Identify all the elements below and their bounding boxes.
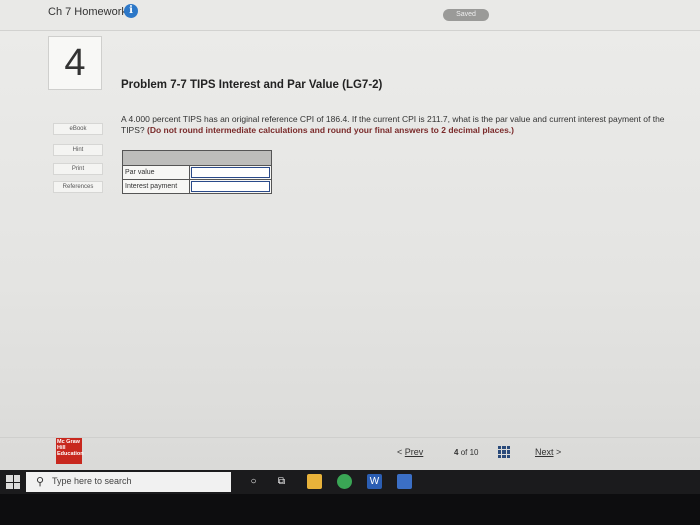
page-indicator: 4 of 10: [454, 448, 479, 457]
page-current: 4: [454, 448, 459, 457]
grid-icon[interactable]: [498, 446, 510, 458]
next-label: Next: [535, 447, 554, 457]
sidebar-item-references[interactable]: References: [53, 181, 103, 193]
interest-payment-input[interactable]: [191, 181, 270, 192]
answer-table: Par value Interest payment: [122, 150, 272, 194]
saved-status-badge: Saved: [443, 9, 489, 21]
mcgraw-hill-logo: Mc Graw Hill Education: [56, 438, 84, 464]
assignment-title[interactable]: Ch 7 Homework: [48, 6, 127, 18]
table-row: Par value: [123, 166, 271, 180]
search-placeholder: Type here to search: [52, 476, 132, 486]
prev-label: Prev: [404, 447, 424, 457]
monitor-bezel: [0, 494, 700, 525]
search-icon: ⚲: [36, 476, 45, 488]
cortana-icon[interactable]: ○: [246, 474, 261, 489]
answer-table-header: [123, 151, 271, 166]
next-button[interactable]: Next >: [535, 447, 561, 457]
app-window: Ch 7 Homework i Saved 4 Problem 7-7 TIPS…: [0, 0, 700, 470]
file-explorer-icon[interactable]: [307, 474, 322, 489]
sidebar-item-print[interactable]: Print: [53, 163, 103, 175]
problem-text: A 4.000 percent TIPS has an original ref…: [121, 114, 681, 136]
photos-icon[interactable]: [397, 474, 412, 489]
top-bar: Ch 7 Homework i Saved: [0, 0, 700, 31]
chevron-right-icon: >: [556, 447, 562, 457]
task-view-icon[interactable]: ⧉: [274, 474, 289, 489]
interest-payment-label: Interest payment: [123, 180, 190, 193]
par-value-input[interactable]: [191, 167, 270, 178]
prev-button[interactable]: < Prev: [397, 447, 423, 457]
footer-divider: [0, 437, 700, 438]
taskbar-search-input[interactable]: ⚲ Type here to search: [26, 472, 231, 492]
sidebar-item-ebook[interactable]: eBook: [53, 123, 103, 135]
problem-title: Problem 7-7 TIPS Interest and Par Value …: [121, 79, 383, 91]
page-total: 10: [469, 448, 479, 457]
table-row: Interest payment: [123, 180, 271, 193]
chevron-left-icon: <: [397, 447, 403, 457]
page-sep: of: [460, 448, 468, 457]
par-value-label: Par value: [123, 166, 190, 179]
info-icon[interactable]: i: [124, 4, 138, 18]
sidebar-item-hint[interactable]: Hint: [53, 144, 103, 156]
chrome-icon[interactable]: [337, 474, 352, 489]
question-number: 4: [48, 36, 102, 90]
problem-instructions: (Do not round intermediate calculations …: [147, 125, 514, 135]
windows-start-icon[interactable]: [6, 475, 20, 489]
word-icon[interactable]: W: [367, 474, 382, 489]
taskbar: ⚲ Type here to search ○ ⧉ W: [0, 470, 700, 494]
